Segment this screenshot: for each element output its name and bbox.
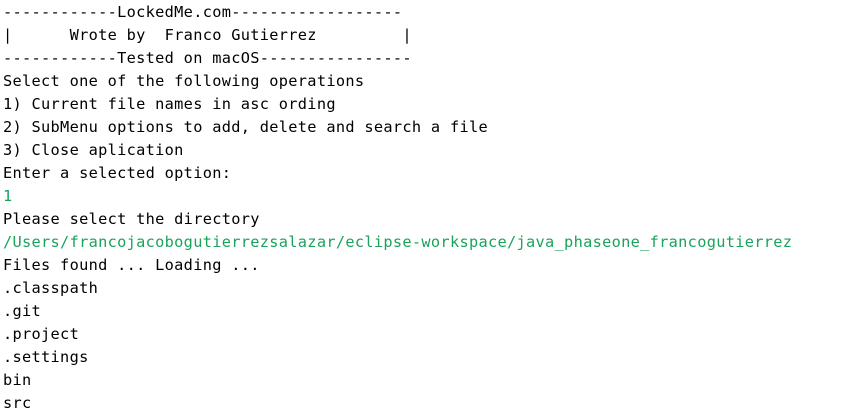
menu-option-3: 3) Close aplication [3,141,184,159]
banner-top-line: ------------LockedMe.com----------------… [3,3,403,21]
menu-option-1: 1) Current file names in asc ording [3,95,336,113]
file-list-item: .classpath [3,279,99,297]
file-list-item: bin [3,371,32,389]
file-list-item: src [3,394,32,412]
file-list-item: .git [3,302,42,320]
banner-author-line: | Wrote by Franco Gutierrez | [3,26,412,44]
file-list-item: .project [3,325,80,343]
directory-prompt: Please select the directory [3,210,260,228]
menu-option-2: 2) SubMenu options to add, delete and se… [3,118,488,136]
loading-status: Files found ... Loading ... [3,256,260,274]
file-list-item: .settings [3,348,89,366]
menu-prompt: Select one of the following operations [3,72,365,90]
user-directory-input: /Users/francojacobogutierrezsalazar/ecli… [3,233,793,251]
console-output[interactable]: ------------LockedMe.com----------------… [0,0,861,413]
banner-bottom-line: ------------Tested on macOS-------------… [3,49,412,67]
option-input-prompt: Enter a selected option: [3,164,232,182]
user-option-input: 1 [3,187,13,205]
